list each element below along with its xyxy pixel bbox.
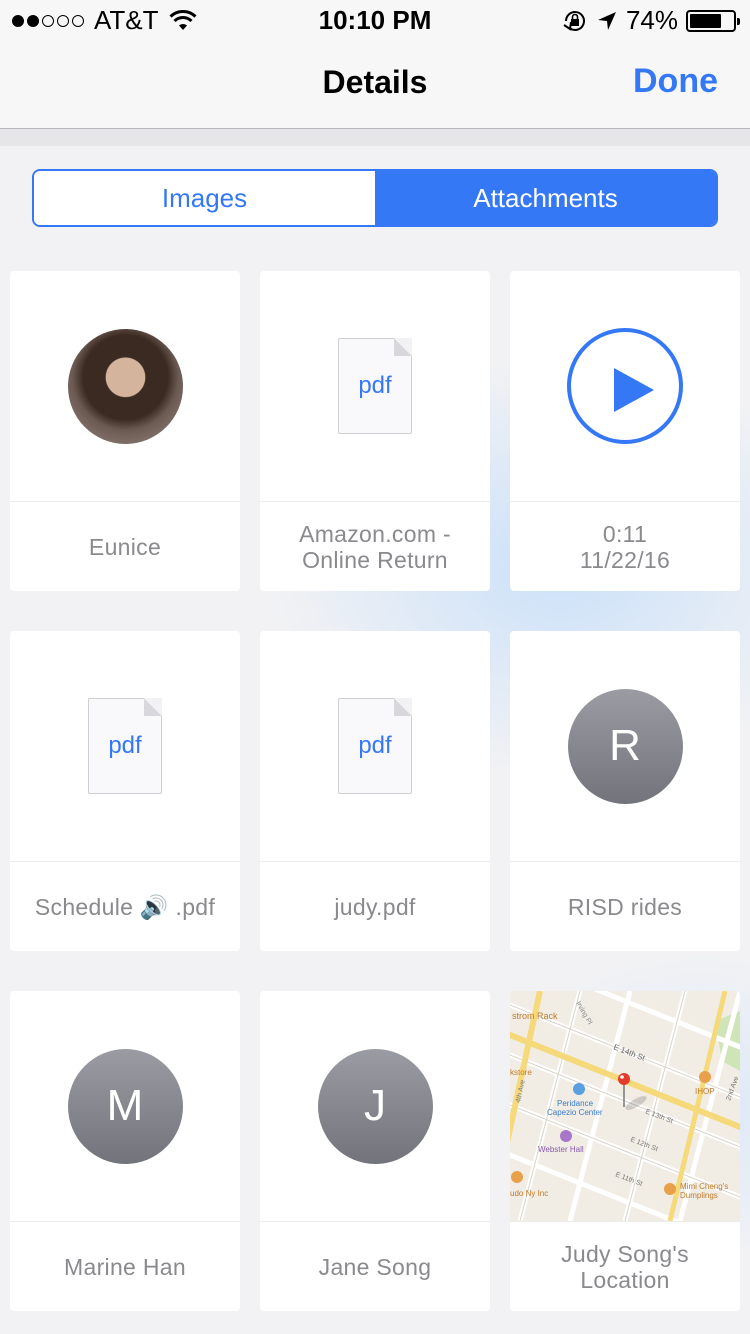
play-icon[interactable] — [567, 328, 683, 444]
audio-date: 11/22/16 — [579, 546, 671, 573]
map-label: strom Rack — [512, 1011, 558, 1021]
pdf-document-icon: pdf — [338, 698, 412, 794]
map-label: IHOP — [695, 1087, 715, 1096]
map-label: udo Ny Inc — [510, 1189, 548, 1198]
contact-initial-avatar: R — [567, 688, 683, 804]
orientation-lock-icon — [563, 10, 585, 31]
attachment-caption: Marine Han — [64, 1253, 186, 1280]
navigation-bar: Details Done — [0, 40, 750, 128]
map-label: Dumplings — [680, 1191, 718, 1200]
map-label: Capezio Center — [547, 1108, 603, 1117]
pdf-document-icon: pdf — [88, 698, 162, 794]
battery-icon — [686, 9, 740, 32]
audio-duration: 0:11 — [602, 520, 648, 547]
contact-initial-avatar: M — [67, 1048, 183, 1164]
file-extension: pdf — [108, 732, 142, 759]
map-label: Mimi Cheng's — [680, 1182, 728, 1191]
attachment-card-eunice[interactable]: Eunice — [10, 271, 240, 591]
map-label: Peridance — [557, 1099, 594, 1108]
attachment-caption: Eunice — [88, 533, 162, 560]
attachment-caption-line1: Amazon.com - — [299, 520, 451, 547]
attachment-caption: Jane Song — [318, 1253, 432, 1280]
battery-level — [690, 13, 722, 28]
segmented-control: Images Attachments — [32, 169, 718, 227]
attachment-card-marine-han[interactable]: M Marine Han — [10, 991, 240, 1311]
file-extension: pdf — [358, 372, 392, 399]
attachment-card-risd-rides[interactable]: R RISD rides — [510, 631, 740, 951]
file-extension: pdf — [358, 732, 392, 759]
nav-separator — [0, 128, 750, 146]
map-label: kstore — [510, 1068, 532, 1077]
location-caption-line1: Judy Song's — [561, 1240, 689, 1267]
attachment-card-schedule-pdf[interactable]: pdf Schedule 🔊 .pdf — [10, 631, 240, 951]
attachment-card-jane-song[interactable]: J Jane Song — [260, 991, 490, 1311]
attachment-caption: Schedule 🔊 .pdf — [34, 893, 216, 920]
location-caption-line2: Location — [580, 1266, 670, 1293]
attachment-card-location[interactable]: strom Rack Irving Pl E 14th St kstore IH… — [510, 991, 740, 1311]
attachment-card-judy-pdf[interactable]: pdf judy.pdf — [260, 631, 490, 951]
attachment-card-audio[interactable]: 0:11 11/22/16 — [510, 271, 740, 591]
location-map[interactable]: strom Rack Irving Pl E 14th St kstore IH… — [510, 991, 740, 1221]
status-bar: AT&T 10:10 PM 74% — [0, 0, 750, 40]
pdf-document-icon: pdf — [338, 338, 412, 434]
location-arrow-icon — [597, 11, 616, 30]
tab-images[interactable]: Images — [34, 171, 375, 225]
map-label: Webster Hall — [538, 1145, 584, 1154]
done-button[interactable]: Done — [633, 62, 718, 101]
attachment-caption: judy.pdf — [334, 893, 416, 920]
attachment-caption: RISD rides — [567, 893, 683, 920]
contact-photo-avatar — [67, 328, 183, 444]
attachment-card-amazon-pdf[interactable]: pdf Amazon.com - Online Return — [260, 271, 490, 591]
tab-attachments[interactable]: Attachments — [375, 171, 716, 225]
attachment-caption-line2: Online Return — [302, 546, 448, 573]
battery-percent: 74% — [625, 5, 678, 35]
contact-initial-avatar: J — [317, 1048, 433, 1164]
